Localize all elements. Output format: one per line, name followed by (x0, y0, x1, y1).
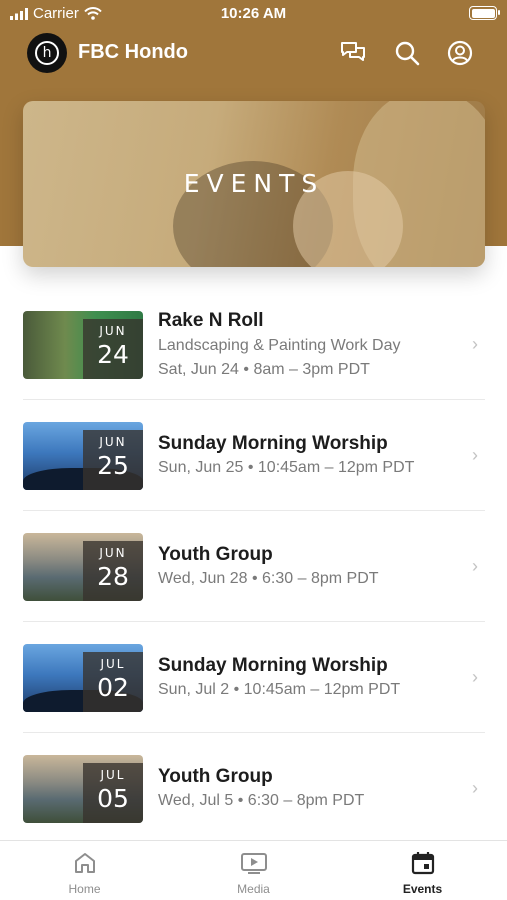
event-thumbnail: JUN 25 (23, 422, 143, 490)
chat-icon (341, 42, 365, 61)
date-day: 25 (97, 451, 129, 480)
search-icon (395, 41, 420, 66)
event-datetime: Sun, Jul 2 • 10:45am – 12pm PDT (158, 681, 401, 698)
event-datetime: Wed, Jul 5 • 6:30 – 8pm PDT (158, 792, 365, 809)
event-item[interactable]: JUL 05 Youth Group Wed, Jul 5 • 6:30 – 8… (0, 732, 507, 843)
event-item[interactable]: JUN 28 Youth Group Wed, Jun 28 • 6:30 – … (0, 510, 507, 622)
banner-title: EVENTS (183, 169, 325, 198)
event-title: Sunday Morning Worship (158, 433, 388, 454)
home-icon (74, 853, 95, 873)
account-icon (447, 40, 473, 66)
date-month: JUN (99, 546, 127, 560)
date-badge: JUN 24 (83, 319, 143, 379)
date-month: JUL (100, 768, 126, 782)
media-icon (240, 853, 267, 874)
event-datetime: Wed, Jun 28 • 6:30 – 8pm PDT (158, 570, 379, 587)
profile-button[interactable] (445, 38, 475, 68)
event-thumbnail: JUL 02 (23, 644, 143, 712)
date-badge: JUN 25 (83, 430, 143, 490)
tab-home[interactable]: Home (0, 841, 169, 900)
tab-label: Media (237, 882, 270, 896)
status-bar: Carrier 10:26 AM (0, 0, 507, 28)
date-month: JUN (99, 324, 127, 338)
event-thumbnail: JUL 05 (23, 755, 143, 823)
event-datetime: Sat, Jun 24 • 8am – 3pm PDT (158, 361, 370, 378)
events-banner: EVENTS (23, 101, 485, 267)
church-logo[interactable]: h (27, 33, 67, 73)
battery-icon (469, 6, 500, 20)
event-item[interactable]: JUN 25 Sunday Morning Worship Sun, Jun 2… (0, 399, 507, 511)
event-item[interactable]: JUL 02 Sunday Morning Worship Sun, Jul 2… (0, 621, 507, 733)
status-time: 10:26 AM (220, 5, 287, 22)
date-day: 05 (97, 784, 129, 813)
date-day: 02 (97, 673, 129, 702)
event-thumbnail: JUN 28 (23, 533, 143, 601)
app-title: FBC Hondo (78, 41, 188, 63)
event-item[interactable]: JUN 24 Rake N Roll Landscaping & Paintin… (0, 288, 507, 400)
tab-media[interactable]: Media (169, 841, 338, 900)
chevron-right-icon: › (472, 778, 478, 798)
chevron-right-icon: › (472, 334, 478, 354)
chevron-right-icon: › (472, 667, 478, 687)
event-subtitle: Landscaping & Painting Work Day (158, 337, 401, 354)
date-badge: JUL 05 (83, 763, 143, 823)
event-title: Youth Group (158, 766, 273, 787)
event-title: Sunday Morning Worship (158, 655, 388, 676)
date-day: 28 (97, 562, 129, 591)
chevron-right-icon: › (472, 556, 478, 576)
date-badge: JUN 28 (83, 541, 143, 601)
app-bar: h FBC Hondo (0, 30, 507, 76)
date-month: JUL (100, 657, 126, 671)
messages-button[interactable] (338, 38, 368, 68)
chevron-right-icon: › (472, 445, 478, 465)
date-day: 24 (97, 340, 129, 369)
tab-label: Events (402, 882, 443, 896)
tab-label: Home (68, 882, 101, 896)
event-datetime: Sun, Jun 25 • 10:45am – 12pm PDT (158, 459, 415, 476)
search-button[interactable] (392, 38, 422, 68)
date-badge: JUL 02 (83, 652, 143, 712)
logo-letter: h (35, 41, 59, 65)
calendar-icon (411, 852, 434, 875)
event-thumbnail: JUN 24 (23, 311, 143, 379)
tab-bar: Home Media Events (0, 840, 507, 900)
date-month: JUN (99, 435, 127, 449)
event-title: Rake N Roll (158, 310, 264, 331)
tab-events[interactable]: Events (338, 841, 507, 900)
event-title: Youth Group (158, 544, 273, 565)
